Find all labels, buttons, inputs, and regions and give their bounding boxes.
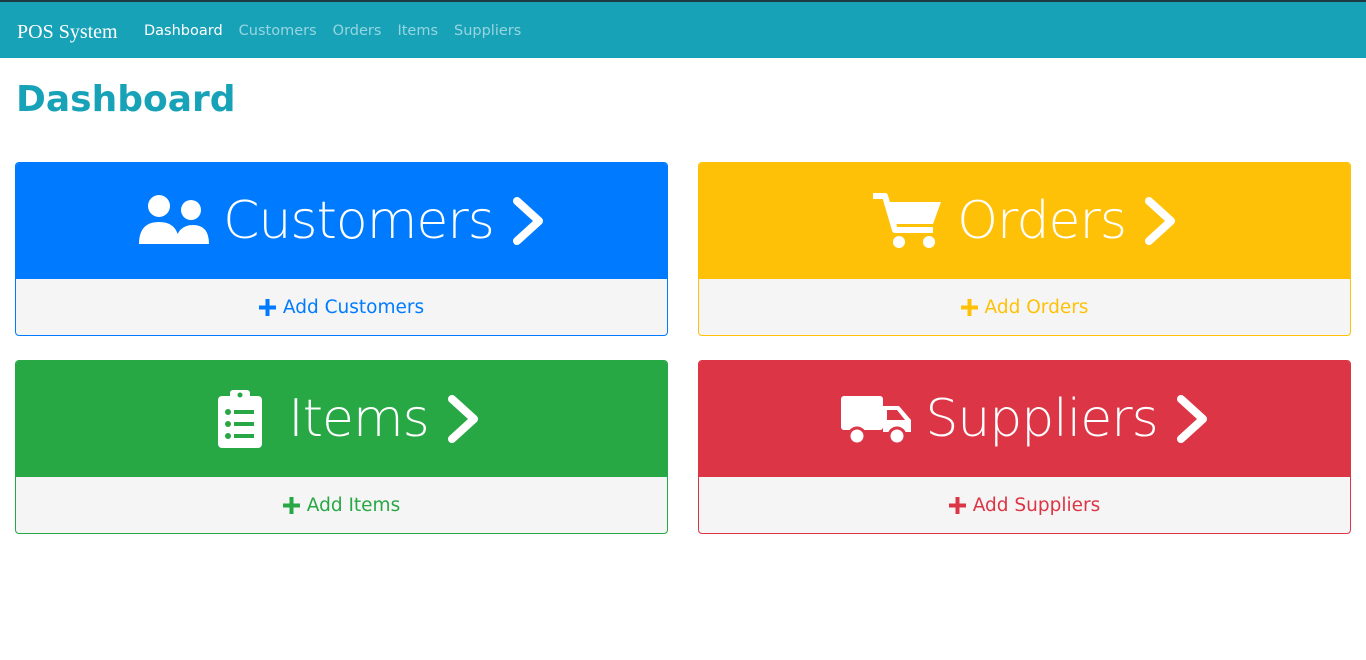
add-orders-label: Add Orders [984, 296, 1089, 318]
customers-card-link[interactable]: Customers [16, 163, 667, 279]
items-card-title: Items [288, 389, 429, 449]
navbar-brand[interactable]: POS System [17, 20, 118, 44]
chevron-right-icon [1142, 197, 1178, 245]
add-items-button[interactable]: Add Items [16, 477, 667, 533]
suppliers-card-link[interactable]: Suppliers [699, 361, 1350, 477]
orders-card-title: Orders [957, 191, 1127, 251]
suppliers-card-title: Suppliers [925, 389, 1158, 449]
items-card-link[interactable]: Items [16, 361, 667, 477]
nav-link-items[interactable]: Items [397, 21, 438, 41]
nav-link-orders[interactable]: Orders [333, 21, 382, 41]
add-orders-button[interactable]: Add Orders [699, 279, 1350, 335]
plus-icon [948, 496, 966, 514]
customers-card-title: Customers [223, 191, 495, 251]
chevron-right-icon [1174, 395, 1210, 443]
add-customers-label: Add Customers [282, 296, 425, 318]
nav-link-suppliers[interactable]: Suppliers [454, 21, 521, 41]
shopping-cart-icon [871, 192, 945, 250]
page-title: Dashboard [16, 79, 236, 120]
nav-link-dashboard[interactable]: Dashboard [144, 21, 223, 41]
add-suppliers-label: Add Suppliers [972, 494, 1101, 516]
customers-card: Customers Add Customers [15, 162, 668, 336]
users-icon [137, 192, 211, 250]
add-suppliers-button[interactable]: Add Suppliers [699, 477, 1350, 533]
clipboard-list-icon [202, 390, 276, 448]
add-items-label: Add Items [306, 494, 401, 516]
plus-icon [960, 298, 978, 316]
suppliers-card: Suppliers Add Suppliers [698, 360, 1351, 534]
orders-card: Orders Add Orders [698, 162, 1351, 336]
chevron-right-icon [510, 197, 546, 245]
plus-icon [282, 496, 300, 514]
nav-links: Dashboard Customers Orders Items Supplie… [144, 21, 537, 41]
nav-link-customers[interactable]: Customers [239, 21, 317, 41]
truck-icon [839, 390, 913, 448]
orders-card-link[interactable]: Orders [699, 163, 1350, 279]
items-card: Items Add Items [15, 360, 668, 534]
add-customers-button[interactable]: Add Customers [16, 279, 667, 335]
top-navbar: POS System Dashboard Customers Orders It… [0, 0, 1366, 58]
chevron-right-icon [445, 395, 481, 443]
plus-icon [258, 298, 276, 316]
